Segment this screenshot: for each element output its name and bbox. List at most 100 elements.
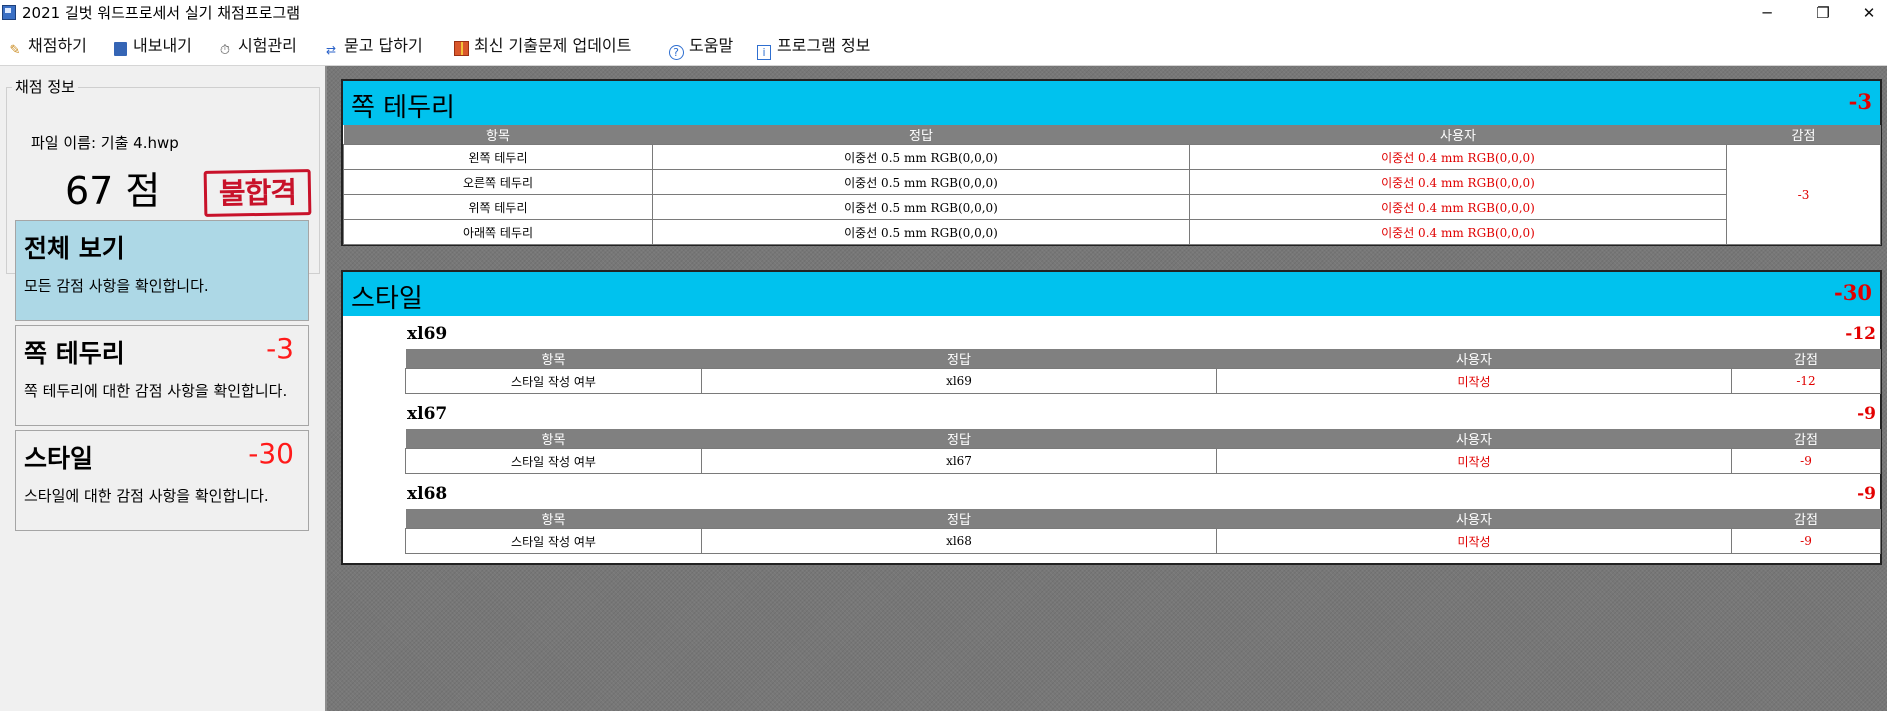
cell-user: 이중선 0.4 mm RGB(0,0,0) <box>1189 194 1727 220</box>
col-header-answer: 정답 <box>701 349 1217 369</box>
close-button[interactable]: ✕ <box>1846 0 1887 26</box>
qna-button[interactable]: ⇄ 묻고 답하기 <box>322 35 423 57</box>
save-icon <box>111 42 129 60</box>
nav-style-desc: 스타일에 대한 감점 사항을 확인합니다. <box>24 487 269 505</box>
col-header-deduct: 감점 <box>1731 509 1881 529</box>
style-group-deduction: -9 <box>1857 484 1876 504</box>
style-group-title: xl68 <box>407 484 448 504</box>
cell-user: 미작성 <box>1216 528 1732 554</box>
nav-page-border-title: 쪽 테두리 <box>24 339 125 368</box>
table-row: 위쪽 테두리 이중선 0.5 mm RGB(0,0,0) 이중선 0.4 mm … <box>343 194 1881 220</box>
page-border-section-deduction: -3 <box>1848 89 1872 114</box>
help-icon: ? <box>667 42 685 60</box>
nav-page-border[interactable]: 쪽 테두리 -3 쪽 테두리에 대한 감점 사항을 확인합니다. <box>15 325 309 426</box>
cell-deduct: -3 <box>1726 144 1881 245</box>
page-border-section-header: 쪽 테두리 -3 <box>343 81 1880 125</box>
toolbar: ✎ 채점하기 내보내기 ⏱ 시험관리 ⇄ 묻고 답하기 최신 기출문제 업데이트 ? 도… <box>0 26 1887 66</box>
col-header-deduct: 감점 <box>1726 125 1881 145</box>
nav-all-view[interactable]: 전체 보기 모든 감점 사항을 확인합니다. <box>15 220 309 321</box>
page-border-section-title: 쪽 테두리 <box>351 93 455 123</box>
col-header-user: 사용자 <box>1216 509 1732 529</box>
qna-label: 묻고 답하기 <box>344 36 423 55</box>
title-bar: 2021 길벗 워드프로세서 실기 채점프로그램 ─ ❐ ✕ <box>0 0 1887 26</box>
program-info-button[interactable]: i 프로그램 정보 <box>755 35 871 60</box>
nav-style-title: 스타일 <box>24 444 94 473</box>
style-section-header: 스타일 -30 <box>343 272 1880 316</box>
stopwatch-icon: ⏱ <box>219 43 231 58</box>
col-header-user: 사용자 <box>1216 429 1732 449</box>
col-header-user: 사용자 <box>1216 349 1732 369</box>
style-section: 스타일 -30 xl69 -12 항목 정답 사용자 감점 스타일 작성 여부 … <box>341 270 1882 565</box>
cell-deduct: -9 <box>1731 448 1881 474</box>
cell-item: 스타일 작성 여부 <box>405 368 702 394</box>
nav-all-view-title: 전체 보기 <box>24 234 125 263</box>
grade-button[interactable]: ✎ 채점하기 <box>6 35 87 58</box>
info-icon: i <box>755 42 773 60</box>
nav-style-deduction: -30 <box>248 437 294 470</box>
col-header-user: 사용자 <box>1189 125 1727 145</box>
style-group-title: xl69 <box>407 324 448 344</box>
table-row: 스타일 작성 여부 xl68 미작성 -9 <box>405 528 1881 554</box>
export-label: 내보내기 <box>133 36 192 55</box>
update-button[interactable]: 최신 기출문제 업데이트 <box>452 35 631 57</box>
col-header-answer: 정답 <box>652 125 1190 145</box>
left-panel: 파일 이름: 기출 4.hwp 67 점 불합격 채점 정보 전체 보기 모든 … <box>0 66 327 711</box>
cell-item: 스타일 작성 여부 <box>405 448 702 474</box>
cell-item: 아래쪽 테두리 <box>343 219 653 245</box>
table-row: 오른쪽 테두리 이중선 0.5 mm RGB(0,0,0) 이중선 0.4 mm… <box>343 169 1881 195</box>
cell-item: 위쪽 테두리 <box>343 194 653 220</box>
cell-deduct: -9 <box>1731 528 1881 554</box>
window-title: 2021 길벗 워드프로세서 실기 채점프로그램 <box>22 4 301 22</box>
table-row: 스타일 작성 여부 xl67 미작성 -9 <box>405 448 1881 474</box>
cell-item: 오른쪽 테두리 <box>343 169 653 195</box>
cell-answer: 이중선 0.5 mm RGB(0,0,0) <box>652 169 1190 195</box>
grade-label: 채점하기 <box>28 36 87 55</box>
style-table-xl67: 항목 정답 사용자 감점 스타일 작성 여부 xl67 미작성 -9 <box>405 429 1881 474</box>
score-value: 67 점 <box>65 169 161 213</box>
nav-style[interactable]: 스타일 -30 스타일에 대한 감점 사항을 확인합니다. <box>15 430 309 531</box>
program-info-label: 프로그램 정보 <box>777 36 871 55</box>
cell-answer: 이중선 0.5 mm RGB(0,0,0) <box>652 219 1190 245</box>
style-group-title: xl67 <box>407 404 448 424</box>
cell-user: 이중선 0.4 mm RGB(0,0,0) <box>1189 219 1727 245</box>
restore-button[interactable]: ❐ <box>1800 0 1846 26</box>
table-row: 스타일 작성 여부 xl69 미작성 -12 <box>405 368 1881 394</box>
nav-page-border-deduction: -3 <box>266 332 294 365</box>
style-table-xl68: 항목 정답 사용자 감점 스타일 작성 여부 xl68 미작성 -9 <box>405 509 1881 554</box>
cell-user: 이중선 0.4 mm RGB(0,0,0) <box>1189 169 1727 195</box>
file-name: 파일 이름: 기출 4.hwp <box>31 134 179 152</box>
col-header-answer: 정답 <box>701 429 1217 449</box>
cell-user: 미작성 <box>1216 368 1732 394</box>
cell-user: 미작성 <box>1216 448 1732 474</box>
pencil-icon: ✎ <box>9 43 21 58</box>
minimize-button[interactable]: ─ <box>1744 0 1790 26</box>
cell-deduct: -12 <box>1731 368 1881 394</box>
cell-item: 왼쪽 테두리 <box>343 144 653 170</box>
cell-answer: xl68 <box>701 528 1217 554</box>
app-icon <box>2 5 16 20</box>
table-row: 왼쪽 테두리 이중선 0.5 mm RGB(0,0,0) 이중선 0.4 mm … <box>343 144 1881 245</box>
col-header-item: 항목 <box>343 125 653 145</box>
col-header-item: 항목 <box>405 509 702 529</box>
help-button[interactable]: ? 도움말 <box>667 35 734 60</box>
col-header-item: 항목 <box>405 429 702 449</box>
fail-stamp: 불합격 <box>203 169 312 217</box>
gift-icon <box>452 41 470 59</box>
style-group-deduction: -12 <box>1845 324 1876 344</box>
style-group-deduction: -9 <box>1857 404 1876 424</box>
style-section-deduction: -30 <box>1834 280 1872 305</box>
exam-manage-button[interactable]: ⏱ 시험관리 <box>216 35 297 58</box>
col-header-answer: 정답 <box>701 509 1217 529</box>
cell-user: 이중선 0.4 mm RGB(0,0,0) <box>1189 144 1727 170</box>
export-button[interactable]: 내보내기 <box>111 35 192 57</box>
help-label: 도움말 <box>689 36 734 55</box>
nav-page-border-desc: 쪽 테두리에 대한 감점 사항을 확인합니다. <box>24 382 288 400</box>
cell-answer: 이중선 0.5 mm RGB(0,0,0) <box>652 194 1190 220</box>
nav-all-view-desc: 모든 감점 사항을 확인합니다. <box>24 277 209 295</box>
exam-manage-label: 시험관리 <box>238 36 297 55</box>
page-border-table: 항목 정답 사용자 감점 왼쪽 테두리 이중선 0.5 mm RGB(0,0,0… <box>343 125 1881 245</box>
result-workspace[interactable]: 쪽 테두리 -3 항목 정답 사용자 감점 왼쪽 테두리 이중선 0.5 mm … <box>327 66 1887 711</box>
page-border-section: 쪽 테두리 -3 항목 정답 사용자 감점 왼쪽 테두리 이중선 0.5 mm … <box>341 79 1882 246</box>
cell-answer: 이중선 0.5 mm RGB(0,0,0) <box>652 144 1190 170</box>
col-header-deduct: 감점 <box>1731 429 1881 449</box>
